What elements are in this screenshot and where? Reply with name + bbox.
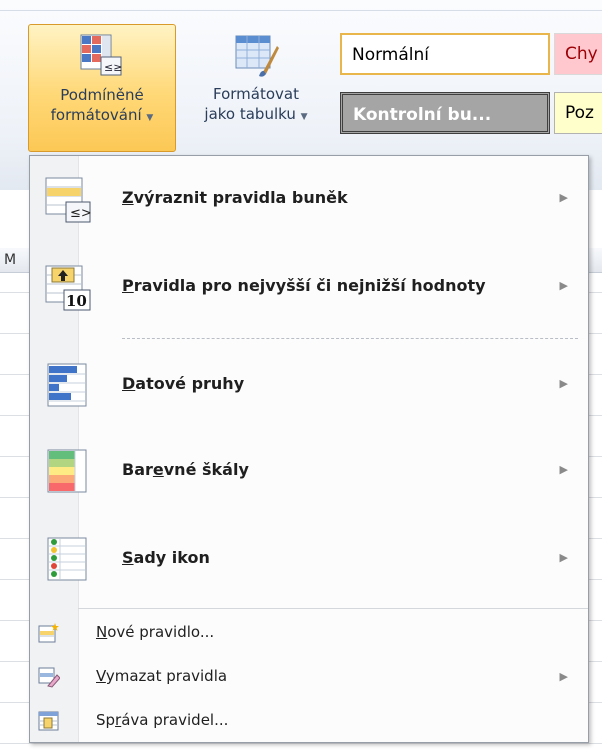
mnemonic-key: D <box>122 374 136 393</box>
ribbon-top-divider <box>0 10 602 11</box>
conditional-formatting-label-2: formátování ▼ <box>29 105 175 128</box>
manage-rules-label: Správa pravidel... <box>96 711 228 729</box>
submenu-arrow-icon: ▶ <box>559 463 568 476</box>
conditional-formatting-menu: ≤> Zvýraznit pravidla buněk ▶ 10 Pravidl… <box>29 155 589 743</box>
menu-item-top-bottom-rules[interactable]: 10 Pravidla pro nejvyšší či nejnižší hod… <box>30 244 588 330</box>
mnemonic-key: e <box>152 460 164 479</box>
format-as-table-label-2-text: jako tabulku <box>204 105 296 123</box>
new-rule-label: Nové pravidlo... <box>96 623 214 641</box>
label-prefix: Sp <box>96 711 116 729</box>
data-bars-label: Datové pruhy <box>122 374 244 393</box>
label-text: ové pravidlo... <box>107 623 215 641</box>
label-text: atové pruhy <box>135 374 245 393</box>
new-rule-icon <box>38 623 59 643</box>
icon-sets-icon <box>47 537 87 581</box>
label-text: výraznit pravidla buněk <box>133 188 348 207</box>
menu-item-manage-rules[interactable]: Správa pravidel... <box>30 700 588 740</box>
submenu-arrow-icon: ▶ <box>559 279 568 292</box>
label-prefix: Bar <box>122 460 153 479</box>
label-text: vné škály <box>163 460 249 479</box>
color-scales-label: Barevné škály <box>122 460 249 479</box>
cell-style-note[interactable]: Poz <box>554 92 602 134</box>
conditional-formatting-button[interactable]: ≤≥ Podmíněné formátování ▼ <box>28 24 176 152</box>
menu-item-highlight-cell-rules[interactable]: ≤> Zvýraznit pravidla buněk ▶ <box>30 156 588 242</box>
grid-row-line <box>0 743 602 744</box>
label-text: ravidla pro nejvyšší či nejnižší hodnoty <box>133 276 486 295</box>
label-text: ady ikon <box>133 548 210 567</box>
menu-item-new-rule[interactable]: Nové pravidlo... <box>30 612 588 652</box>
cell-style-check-cell[interactable]: Kontrolní bu... <box>340 92 550 134</box>
mnemonic-key: Z <box>122 188 134 207</box>
cell-style-normal[interactable]: Normální <box>340 33 550 75</box>
cell-style-bad[interactable]: Chy <box>554 33 602 75</box>
data-bars-icon <box>47 363 87 407</box>
svg-text:≤≥: ≤≥ <box>104 61 122 74</box>
svg-text:≤>: ≤> <box>70 206 92 221</box>
submenu-arrow-icon: ▶ <box>559 191 568 204</box>
format-as-table-label-2: jako tabulku ▼ <box>180 104 332 127</box>
mnemonic-key: N <box>96 623 108 641</box>
dropdown-caret-icon: ▼ <box>146 113 154 123</box>
menu-item-clear-rules[interactable]: Vymazat pravidla ▶ <box>30 656 588 696</box>
dropdown-caret-icon: ▼ <box>300 112 308 122</box>
clear-rules-label: Vymazat pravidla <box>96 667 227 685</box>
manage-rules-icon <box>38 711 59 731</box>
menu-item-color-scales[interactable]: Barevné škály ▶ <box>30 428 588 514</box>
format-as-table-label-1: Formátovat <box>213 85 299 103</box>
menu-separator-dashed <box>122 338 578 339</box>
conditional-formatting-icon: ≤≥ <box>80 34 122 76</box>
svg-text:10: 10 <box>66 292 87 310</box>
submenu-arrow-icon: ▶ <box>559 551 568 564</box>
submenu-arrow-icon: ▶ <box>559 670 568 683</box>
menu-item-icon-sets[interactable]: Sady ikon ▶ <box>30 516 588 602</box>
conditional-formatting-label-2-text: formátování <box>50 106 142 124</box>
color-scales-icon <box>47 449 87 493</box>
highlight-cell-rules-label: Zvýraznit pravidla buněk <box>122 188 348 207</box>
icon-sets-label: Sady ikon <box>122 548 210 567</box>
clear-rules-icon <box>38 667 60 688</box>
top-bottom-rules-icon: 10 <box>45 265 91 311</box>
mnemonic-key: V <box>96 667 106 685</box>
conditional-formatting-label-1: Podmíněné <box>60 86 144 104</box>
mnemonic-key: S <box>122 548 134 567</box>
submenu-arrow-icon: ▶ <box>559 377 568 390</box>
column-header-m[interactable]: M <box>4 252 16 268</box>
label-text: áva pravidel... <box>121 711 229 729</box>
highlight-cell-rules-icon: ≤> <box>45 177 92 223</box>
menu-item-data-bars[interactable]: Datové pruhy ▶ <box>30 342 588 428</box>
label-text: ymazat pravidla <box>105 667 228 685</box>
mnemonic-key: P <box>122 276 134 295</box>
top-bottom-rules-label: Pravidla pro nejvyšší či nejnižší hodnot… <box>122 276 486 295</box>
menu-separator <box>78 608 588 609</box>
format-as-table-icon <box>235 35 279 77</box>
format-as-table-button[interactable]: Formátovat jako tabulku ▼ <box>180 24 332 152</box>
